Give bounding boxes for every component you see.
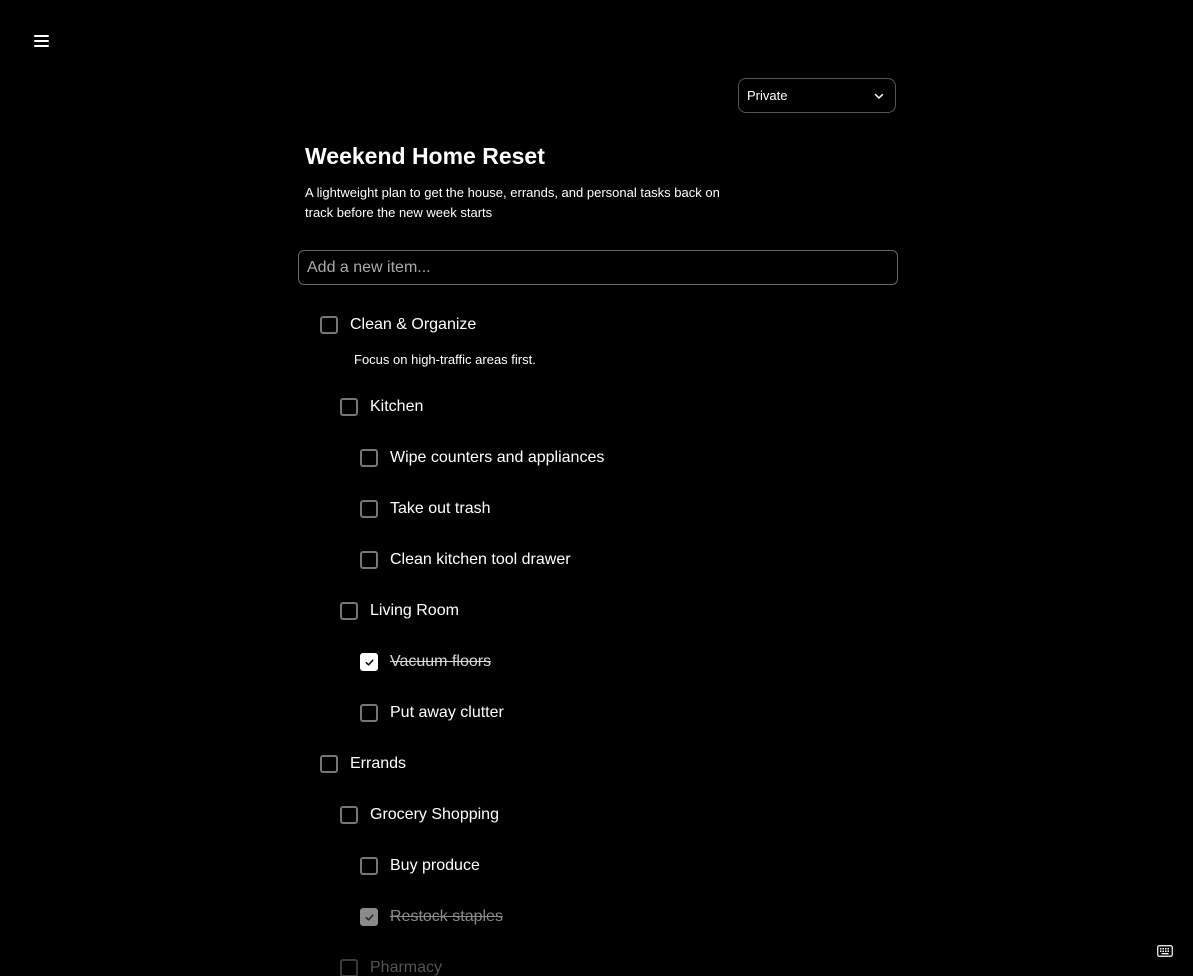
item-label: Wipe counters and appliances <box>390 449 605 466</box>
check-icon <box>365 913 373 921</box>
item-label: Living Room <box>370 602 459 619</box>
list-item-kitchen[interactable]: Kitchen <box>340 395 423 419</box>
page: Private Weekend Home Reset A lightweight… <box>0 0 1193 976</box>
item-label: Errands <box>350 755 407 772</box>
list-item-restock-staples[interactable]: Restock staples <box>360 905 503 929</box>
checkbox[interactable] <box>340 602 358 620</box>
checkbox[interactable] <box>360 449 378 467</box>
checkbox[interactable] <box>340 806 358 824</box>
checkbox[interactable] <box>340 398 358 416</box>
visibility-value: Private <box>747 88 788 103</box>
item-label: Put away clutter <box>390 704 504 721</box>
list-item-vacuum-floors[interactable]: Vacuum floors <box>360 650 491 674</box>
checkbox[interactable] <box>360 857 378 875</box>
list-item-take-out-trash[interactable]: Take out trash <box>360 497 491 521</box>
item-label: Vacuum floors <box>390 653 492 670</box>
item-label: Restock staples <box>390 908 503 925</box>
item-label: Pharmacy <box>370 959 443 976</box>
keyboard-icon[interactable] <box>1157 945 1173 957</box>
checkbox[interactable] <box>360 551 378 569</box>
list-item-put-away-clutter[interactable]: Put away clutter <box>360 701 504 725</box>
checkbox[interactable] <box>360 704 378 722</box>
list-item-clean-organize[interactable]: Clean & Organize <box>320 313 476 337</box>
item-label: Clean & Organize <box>350 316 477 333</box>
list-item-wipe-counters[interactable]: Wipe counters and appliances <box>360 446 604 470</box>
checkbox-checked[interactable] <box>360 653 378 671</box>
hamburger-menu-icon[interactable] <box>33 33 51 49</box>
list-item-errands[interactable]: Errands <box>320 752 406 776</box>
checkbox[interactable] <box>320 755 338 773</box>
item-label: Clean kitchen tool drawer <box>390 551 571 568</box>
item-label: Kitchen <box>370 398 424 415</box>
item-note: Focus on high-traffic areas first. <box>354 352 536 367</box>
list-item-grocery-shopping[interactable]: Grocery Shopping <box>340 803 499 827</box>
item-label: Buy produce <box>390 857 480 874</box>
list-item-living-room[interactable]: Living Room <box>340 599 459 623</box>
checkbox-checked[interactable] <box>360 908 378 926</box>
list-description: A lightweight plan to get the house, err… <box>305 185 720 220</box>
visibility-select[interactable]: Private <box>738 78 896 113</box>
check-icon <box>365 658 373 666</box>
checkbox[interactable] <box>320 316 338 334</box>
item-label: Grocery Shopping <box>370 806 499 823</box>
checkbox[interactable] <box>340 959 358 976</box>
chevron-down-icon <box>874 93 884 99</box>
page-title: Weekend Home Reset <box>305 143 545 169</box>
item-label: Take out trash <box>390 500 491 517</box>
list-item-buy-produce[interactable]: Buy produce <box>360 854 480 878</box>
checkbox[interactable] <box>360 500 378 518</box>
list-item-pharmacy[interactable]: Pharmacy <box>340 956 442 976</box>
list-item-clean-drawer[interactable]: Clean kitchen tool drawer <box>360 548 571 572</box>
add-item-input[interactable] <box>298 250 898 285</box>
